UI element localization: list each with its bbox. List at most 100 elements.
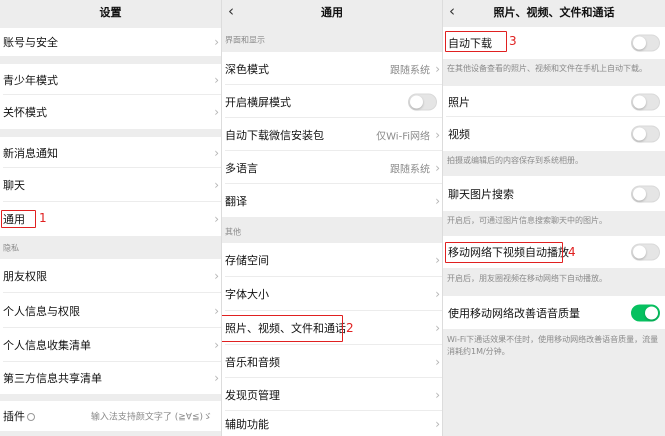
chevron-right-icon: › <box>214 303 219 318</box>
general-item-language[interactable]: 多语言 跟随系统 › <box>222 151 442 184</box>
general-item-translate[interactable]: 翻译 › <box>222 184 442 217</box>
chevron-right-icon: › <box>214 212 219 226</box>
annotation-box-video-autoplay <box>445 242 563 263</box>
general-item-landscape-mode[interactable]: 开启横屏模式 <box>222 85 442 118</box>
settings-item-personal-info-collection-list[interactable]: 个人信息收集清单 › <box>0 328 221 362</box>
item-label: 插件 <box>3 410 25 423</box>
general-item-dark-mode[interactable]: 深色模式 跟随系统 › <box>222 52 442 85</box>
hint-save-to-album: 拍摄或编辑后的内容保存到系统相册。 <box>447 156 583 165</box>
item-label: 使用移动网络改善语音质量 <box>448 306 580 320</box>
item-label: 个人信息与权限 <box>3 304 80 318</box>
settings-item-third-party-sharing-list[interactable]: 第三方信息共享清单 › <box>0 362 221 394</box>
general-item-accessibility[interactable]: 辅助功能 › <box>222 411 442 436</box>
item-label: 聊天图片搜索 <box>448 187 514 201</box>
annotation-box-photos-videos <box>222 315 343 342</box>
settings-item-friend-permissions[interactable]: 朋友权限 › <box>0 259 221 293</box>
item-label: 新消息通知 <box>3 146 58 160</box>
chevron-right-icon: › <box>214 371 219 385</box>
item-label: 自动下载微信安装包 <box>225 128 324 142</box>
section-header-other: 其他 <box>225 227 241 237</box>
chevron-right-icon: › <box>435 61 440 76</box>
general-item-auto-download-installer[interactable]: 自动下载微信安装包 仅Wi-Fi网络 › <box>222 118 442 151</box>
general-item-music-audio[interactable]: 音乐和音频 › <box>222 345 442 378</box>
chevron-right-icon: › <box>214 145 219 160</box>
chevron-right-icon: › <box>435 127 440 142</box>
item-value: 跟随系统 <box>390 65 430 76</box>
item-label: 照片 <box>448 95 470 109</box>
chevron-right-icon: › <box>435 160 440 175</box>
chevron-right-icon: › <box>435 354 440 369</box>
item-label: 发现页管理 <box>225 388 280 402</box>
media-item-improve-voice-quality[interactable]: 使用移动网络改善语音质量 <box>443 296 665 329</box>
photos-toggle[interactable] <box>631 93 660 110</box>
hint-voice-quality: Wi-Fi下通话效果不佳时，使用移动网络改善语音质量，流量消耗约1M/分钟。 <box>447 335 659 356</box>
settings-item-chat[interactable]: 聊天 › <box>0 168 221 202</box>
chevron-right-icon: › <box>214 269 219 283</box>
page-title: 设置 <box>99 6 122 19</box>
hint-auto-download: 在其他设备查看的照片、视频和文件在手机上自动下载。 <box>447 64 647 73</box>
general-item-discover-management[interactable]: 发现页管理 › <box>222 378 442 411</box>
item-label: 开启横屏模式 <box>225 95 291 109</box>
hint-video-autoplay: 开启后，朋友圈视频在移动网络下自动播放。 <box>447 274 607 283</box>
general-panel: ‹ 通用 界面和显示 深色模式 跟随系统 › 开启横屏模式 自动下载微信安装包 … <box>221 0 442 436</box>
annotation-number: 4 <box>568 245 576 259</box>
improve-voice-quality-toggle[interactable] <box>631 304 660 321</box>
section-header-display: 界面和显示 <box>225 35 265 45</box>
mobile-video-autoplay-toggle[interactable] <box>631 243 660 261</box>
navigation-bar: ‹ 照片、视频、文件和通话 <box>443 0 665 24</box>
plugin-icon <box>27 413 35 421</box>
videos-toggle[interactable] <box>631 125 660 143</box>
item-label: 多语言 <box>225 161 258 175</box>
item-label: 翻译 <box>225 194 247 208</box>
settings-item-account-security[interactable]: 账号与安全 › <box>0 28 221 56</box>
chevron-right-icon: › <box>435 253 440 267</box>
chevron-left-icon[interactable]: ‹ <box>228 3 234 19</box>
chevron-right-icon: › <box>435 287 440 301</box>
annotation-number: 1 <box>39 211 47 225</box>
landscape-mode-toggle[interactable] <box>408 93 437 110</box>
navigation-bar: 设置 <box>0 0 221 24</box>
item-label: 朋友权限 <box>3 270 47 283</box>
chat-image-search-toggle[interactable] <box>631 185 660 202</box>
item-label: 深色模式 <box>225 62 269 76</box>
item-label: 音乐和音频 <box>225 355 280 369</box>
chevron-right-icon: › <box>214 72 219 87</box>
auto-download-toggle[interactable] <box>631 34 660 52</box>
item-label: 存储空间 <box>225 254 269 267</box>
item-value: 跟随系统 <box>390 164 430 175</box>
settings-item-new-message-notification[interactable]: 新消息通知 › <box>0 137 221 168</box>
section-header-privacy: 隐私 <box>3 243 19 253</box>
settings-panel: 设置 账号与安全 › 青少年模式 › 关怀模式 › 新消息通知 › 聊天 › 通… <box>0 0 221 436</box>
settings-item-plugins[interactable]: 插件 输入法支持颜文字了 (≧∀≦)ゞ <box>0 401 221 431</box>
media-item-videos[interactable]: 视频 <box>443 117 665 151</box>
media-item-chat-image-search[interactable]: 聊天图片搜索 <box>443 176 665 211</box>
annotation-number: 2 <box>346 321 354 335</box>
item-label: 字体大小 <box>225 288 269 301</box>
chevron-right-icon: › <box>214 178 219 192</box>
item-label: 聊天 <box>3 179 25 192</box>
hint-chat-image-search: 开启后，可通过图片信息搜索聊天中的图片。 <box>447 216 607 225</box>
chevron-right-icon: › <box>214 105 219 119</box>
chevron-right-icon: › <box>435 321 440 335</box>
photos-videos-files-calls-panel: ‹ 照片、视频、文件和通话 自动下载 3 在其他设备查看的照片、视频和文件在手机… <box>442 0 665 436</box>
general-item-storage[interactable]: 存储空间 › <box>222 243 442 277</box>
item-label: 个人信息收集清单 <box>3 339 91 352</box>
item-label: 视频 <box>448 128 470 141</box>
page-title: 照片、视频、文件和通话 <box>493 6 615 19</box>
item-label: 辅助功能 <box>225 417 269 431</box>
chevron-right-icon: › <box>435 416 440 431</box>
settings-item-teen-mode[interactable]: 青少年模式 › <box>0 64 221 95</box>
item-label: 关怀模式 <box>3 106 47 119</box>
annotation-box-general <box>1 210 36 228</box>
chevron-right-icon: › <box>435 193 440 208</box>
general-item-font-size[interactable]: 字体大小 › <box>222 277 442 311</box>
item-label: 账号与安全 <box>3 36 58 49</box>
settings-item-care-mode[interactable]: 关怀模式 › <box>0 95 221 129</box>
media-item-photos[interactable]: 照片 <box>443 86 665 117</box>
annotation-box-auto-download <box>445 31 507 52</box>
item-label: 青少年模式 <box>3 73 58 87</box>
navigation-bar: ‹ 通用 <box>222 0 442 24</box>
item-label: 第三方信息共享清单 <box>3 372 102 385</box>
chevron-left-icon[interactable]: ‹ <box>449 3 455 19</box>
settings-item-personal-info-permissions[interactable]: 个人信息与权限 › <box>0 293 221 328</box>
